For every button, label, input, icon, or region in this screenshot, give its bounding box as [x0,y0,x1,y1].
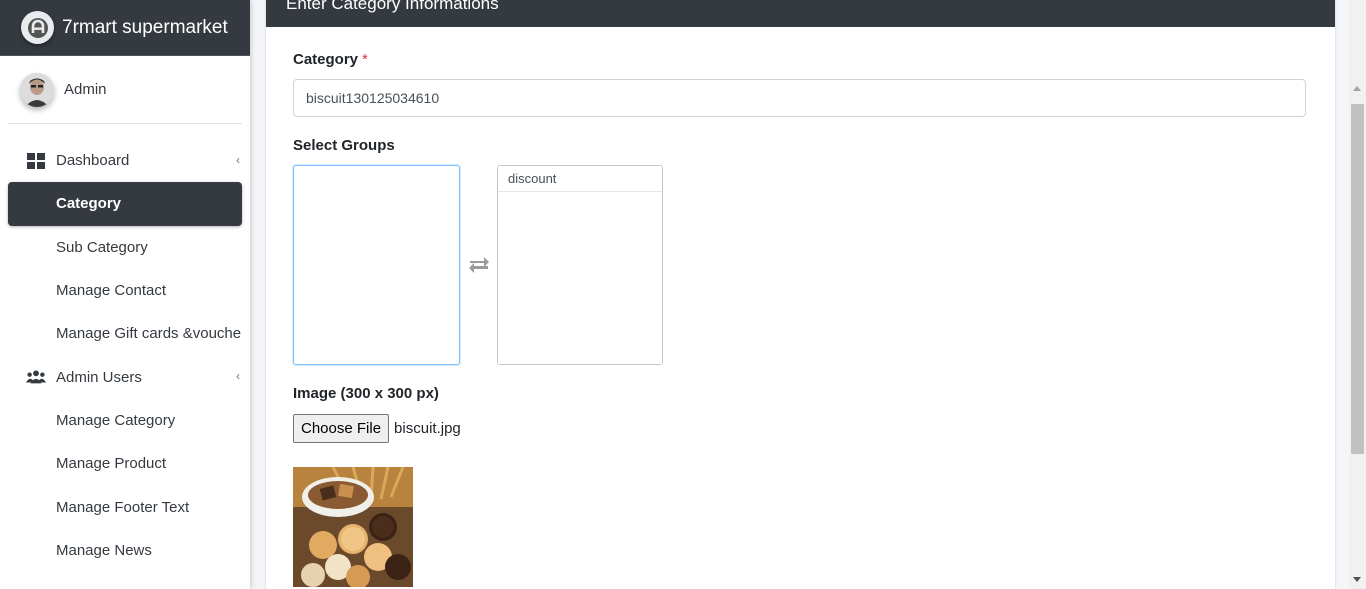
dashboard-icon [26,151,46,171]
category-input[interactable]: biscuit130125034610 [293,79,1306,117]
file-input: Choose File biscuit.jpg [293,414,461,443]
sidebar-item-label: Admin Users [56,368,142,386]
scroll-up-arrow-icon[interactable] [1353,86,1361,91]
sidebar-item-manage-contact[interactable]: Manage Contact [8,269,242,312]
group-option-discount: discount [508,171,557,186]
user-name: Admin [64,81,107,98]
sidebar-nav: Dashboard ‹ Category Sub Category Manage… [0,139,250,572]
select-groups-label: Select Groups [293,137,395,154]
category-input-value: biscuit130125034610 [306,90,440,106]
sidebar-item-label: Sub Category [56,238,148,256]
card-title: Enter Category Informations [286,0,499,13]
sidebar-item-label: Manage Footer Text [56,498,190,516]
sidebar-item-label: Manage Product [56,455,167,473]
sidebar-item-label: Dashboard [56,152,130,170]
sidebar-item-label: Manage Contact [56,282,167,300]
required-mark: * [362,51,368,68]
sidebar-item-label: Category [56,195,122,213]
brand-link[interactable]: 7rmart supermarket [0,0,250,56]
list-item[interactable]: discount [498,166,662,192]
users-icon [26,367,46,387]
avatar [20,72,54,107]
sidebar-item-label: Manage Gift cards &voucher [56,325,242,343]
user-panel[interactable]: Admin [8,56,242,124]
sidebar-item-admin-users[interactable]: Admin Users ‹ [8,355,242,398]
sidebar-item-manage-footer-text[interactable]: Manage Footer Text [8,485,242,528]
sidebar-item-label: Manage Category [56,411,176,429]
chevron-left-icon: ‹ [236,369,240,384]
sidebar-item-manage-category[interactable]: Manage Category [8,399,242,442]
page-scrollbar[interactable] [1349,0,1366,589]
sidebar-item-label: Manage News [56,541,152,559]
category-form-card: Enter Category Informations Category * bi… [266,0,1335,589]
category-image-preview [293,467,413,587]
file-name: biscuit.jpg [394,420,461,437]
choose-file-button[interactable]: Choose File [293,414,390,443]
sidebar-item-manage-news[interactable]: Manage News [8,529,242,572]
brand-name: 7rmart supermarket [62,16,228,38]
brand-logo-icon [21,11,54,44]
sidebar-item-category[interactable]: Category [8,182,242,226]
image-label: Image (300 x 300 px) [293,385,439,402]
swap-arrows-icon[interactable] [467,254,491,274]
sidebar-item-dashboard[interactable]: Dashboard ‹ [8,139,242,182]
chevron-left-icon: ‹ [236,153,240,167]
card-header: Enter Category Informations [266,0,1335,27]
sidebar: 7rmart supermarket Admin Dashboard ‹ Cat… [0,0,250,589]
scrollbar-thumb[interactable] [1351,104,1364,454]
category-label-text: Category [293,51,359,68]
sidebar-item-sub-category[interactable]: Sub Category [8,226,242,269]
sidebar-item-manage-gift-cards[interactable]: Manage Gift cards &voucher [8,312,242,355]
category-label: Category * [293,51,368,68]
available-groups-list[interactable] [293,165,460,365]
selected-groups-list[interactable]: discount [497,165,663,365]
scroll-down-arrow-icon[interactable] [1353,577,1361,582]
sidebar-item-manage-product[interactable]: Manage Product [8,442,242,485]
